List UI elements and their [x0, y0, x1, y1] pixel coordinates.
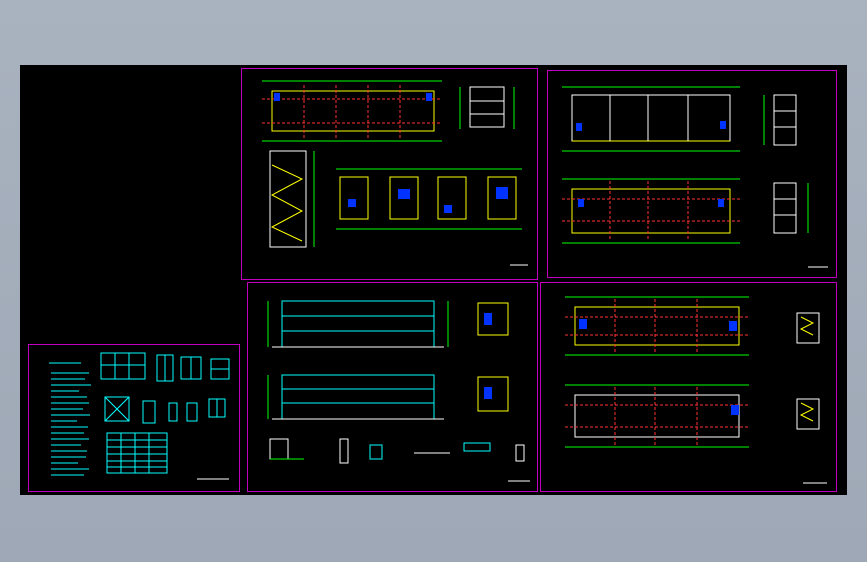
- door-window-elevations: [100, 352, 230, 424]
- toilet-details: [796, 312, 820, 430]
- sheet-floor-plans-upper[interactable]: [547, 70, 837, 278]
- construction-details: [269, 438, 525, 464]
- notes-text: [49, 362, 91, 476]
- side-elevations: [763, 94, 809, 234]
- floor-plan-stair-drawing: [262, 80, 528, 266]
- toilet-details: [477, 302, 509, 412]
- door-window-schedule-drawing: [49, 352, 230, 480]
- floor-plans-upper-drawing: [562, 86, 828, 268]
- floor-plan: [565, 384, 749, 448]
- roof-plan: [565, 296, 749, 356]
- stair-section: [269, 150, 315, 248]
- elevations-details-drawing: [267, 300, 530, 482]
- front-elevation: [267, 300, 449, 348]
- floor-plan: [562, 178, 740, 244]
- schedule-table: [106, 432, 168, 474]
- floor-plan: [262, 80, 442, 142]
- sheet-floor-plan-stair-details[interactable]: [241, 68, 538, 280]
- rear-elevation: [267, 374, 444, 420]
- sheet-roof-plans[interactable]: [540, 282, 837, 492]
- floor-plan: [562, 86, 740, 152]
- toilet-plans: [336, 168, 522, 230]
- section: [459, 86, 515, 129]
- sheet-door-window-schedule[interactable]: [28, 344, 240, 492]
- sheet-elevations-details[interactable]: [247, 282, 538, 492]
- roof-plans-drawing: [565, 296, 827, 484]
- drawing-canvas[interactable]: [20, 65, 847, 495]
